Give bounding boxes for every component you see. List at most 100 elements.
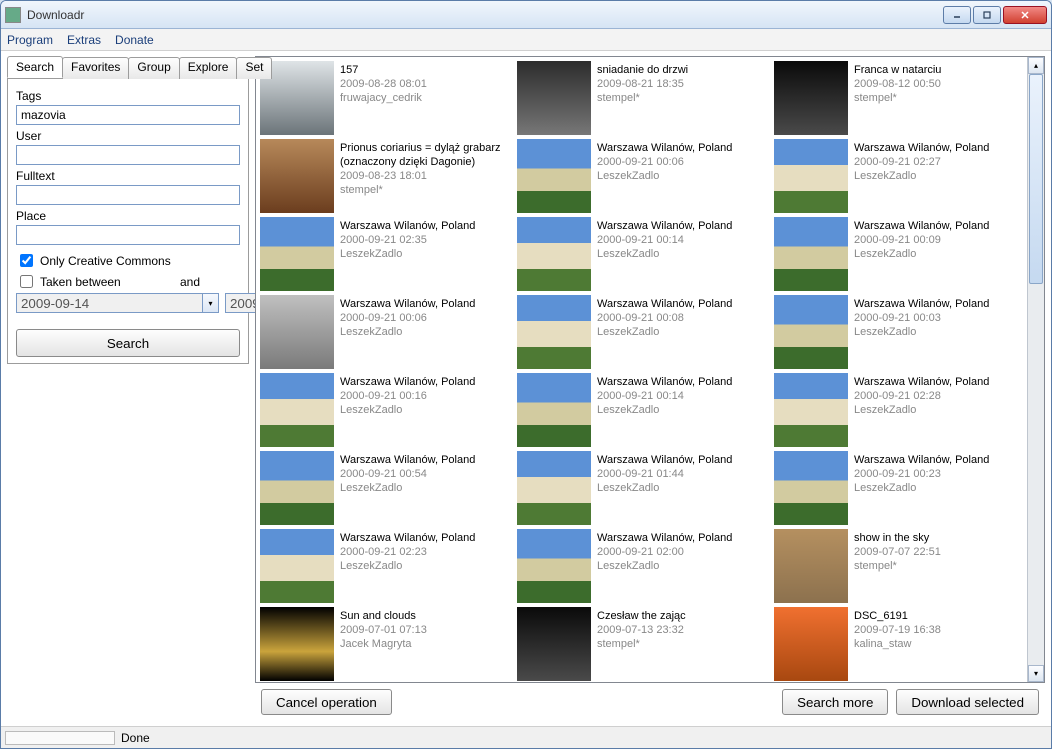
result-item[interactable]: DSC_61912009-07-19 16:38kalina_staw [774, 607, 1023, 681]
result-item[interactable]: Franca w natarciu2009-08-12 00:50stempel… [774, 61, 1023, 135]
progress-bar [5, 731, 115, 745]
menu-program[interactable]: Program [7, 33, 53, 47]
result-title: sniadanie do drzwi [597, 63, 688, 77]
result-item[interactable]: Warszawa Wilanów, Poland2000-09-21 02:35… [260, 217, 509, 291]
scroll-down-icon[interactable]: ▾ [1028, 665, 1044, 682]
bottom-bar: Cancel operation Search more Download se… [255, 683, 1045, 721]
result-item[interactable]: show in the sky2009-07-07 22:51stempel* [774, 529, 1023, 603]
result-user: stempel* [854, 559, 941, 573]
result-item[interactable]: 1572009-08-28 08:01fruwajacy_cedrik [260, 61, 509, 135]
tab-search[interactable]: Search [7, 56, 63, 78]
result-item[interactable]: Warszawa Wilanów, Poland2000-09-21 01:44… [517, 451, 766, 525]
thumbnail[interactable] [260, 607, 334, 681]
result-date: 2000-09-21 02:28 [854, 389, 989, 403]
result-item[interactable]: Warszawa Wilanów, Poland2000-09-21 00:54… [260, 451, 509, 525]
search-button[interactable]: Search [16, 329, 240, 357]
and-label: and [180, 275, 200, 289]
result-item[interactable]: Warszawa Wilanów, Poland2000-09-21 00:03… [774, 295, 1023, 369]
thumbnail[interactable] [517, 61, 591, 135]
result-item[interactable]: Warszawa Wilanów, Poland2000-09-21 00:09… [774, 217, 1023, 291]
result-item[interactable]: Warszawa Wilanów, Poland2000-09-21 00:14… [517, 217, 766, 291]
thumbnail[interactable] [774, 61, 848, 135]
tab-group[interactable]: Group [128, 57, 179, 79]
scroll-track[interactable] [1028, 74, 1044, 665]
result-title: Warszawa Wilanów, Poland [340, 375, 475, 389]
thumbnail[interactable] [774, 607, 848, 681]
thumbnail[interactable] [517, 451, 591, 525]
user-input[interactable] [16, 145, 240, 165]
result-user: LeszekZadlo [854, 325, 989, 339]
menubar: Program Extras Donate [1, 29, 1051, 51]
result-meta: Franca w natarciu2009-08-12 00:50stempel… [848, 61, 941, 105]
result-item[interactable]: Warszawa Wilanów, Poland2000-09-21 00:08… [517, 295, 766, 369]
thumbnail[interactable] [774, 451, 848, 525]
menu-donate[interactable]: Donate [115, 33, 154, 47]
window-buttons [943, 6, 1047, 24]
fulltext-label: Fulltext [16, 169, 240, 183]
date-from-value[interactable] [16, 293, 203, 313]
maximize-button[interactable] [973, 6, 1001, 24]
thumbnail[interactable] [260, 139, 334, 213]
cc-checkbox[interactable] [20, 254, 33, 267]
tab-set[interactable]: Set [236, 57, 272, 79]
scroll-thumb[interactable] [1029, 74, 1043, 284]
thumbnail[interactable] [517, 607, 591, 681]
thumbnail[interactable] [774, 217, 848, 291]
thumbnail[interactable] [260, 217, 334, 291]
chevron-down-icon[interactable]: ▾ [203, 293, 219, 313]
result-item[interactable]: Warszawa Wilanów, Poland2000-09-21 02:00… [517, 529, 766, 603]
result-meta: Warszawa Wilanów, Poland2000-09-21 02:00… [591, 529, 732, 573]
cc-label: Only Creative Commons [40, 254, 171, 268]
result-item[interactable]: Warszawa Wilanów, Poland2000-09-21 00:14… [517, 373, 766, 447]
result-meta: Warszawa Wilanów, Poland2000-09-21 00:09… [848, 217, 989, 261]
result-date: 2000-09-21 00:08 [597, 311, 732, 325]
thumbnail[interactable] [260, 373, 334, 447]
download-selected-button[interactable]: Download selected [896, 689, 1039, 715]
taken-checkbox[interactable] [20, 275, 33, 288]
thumbnail[interactable] [517, 295, 591, 369]
result-item[interactable]: Warszawa Wilanów, Poland2000-09-21 00:06… [260, 295, 509, 369]
date-from[interactable]: ▾ [16, 293, 219, 313]
fulltext-input[interactable] [16, 185, 240, 205]
thumbnail[interactable] [774, 529, 848, 603]
result-date: 2009-08-23 18:01 [340, 169, 509, 183]
taken-label: Taken between [40, 275, 121, 289]
cancel-button[interactable]: Cancel operation [261, 689, 392, 715]
result-item[interactable]: Czesław the zając2009-07-13 23:32stempel… [517, 607, 766, 681]
result-item[interactable]: Prionus coriarius = dyląż grabarz (oznac… [260, 139, 509, 213]
minimize-button[interactable] [943, 6, 971, 24]
result-item[interactable]: Warszawa Wilanów, Poland2000-09-21 02:23… [260, 529, 509, 603]
close-button[interactable] [1003, 6, 1047, 24]
tags-input[interactable] [16, 105, 240, 125]
result-item[interactable]: Sun and clouds2009-07-01 07:13Jacek Magr… [260, 607, 509, 681]
result-item[interactable]: Warszawa Wilanów, Poland2000-09-21 00:23… [774, 451, 1023, 525]
tab-explore[interactable]: Explore [179, 57, 238, 79]
thumbnail[interactable] [260, 295, 334, 369]
thumbnail[interactable] [774, 139, 848, 213]
thumbnail[interactable] [260, 529, 334, 603]
result-title: Warszawa Wilanów, Poland [597, 297, 732, 311]
thumbnail[interactable] [260, 451, 334, 525]
result-item[interactable]: Warszawa Wilanów, Poland2000-09-21 02:28… [774, 373, 1023, 447]
result-meta: Czesław the zając2009-07-13 23:32stempel… [591, 607, 686, 651]
search-more-button[interactable]: Search more [782, 689, 888, 715]
place-input[interactable] [16, 225, 240, 245]
thumbnail[interactable] [517, 217, 591, 291]
menu-extras[interactable]: Extras [67, 33, 101, 47]
tab-favorites[interactable]: Favorites [62, 57, 129, 79]
result-date: 2000-09-21 00:14 [597, 389, 732, 403]
result-item[interactable]: sniadanie do drzwi2009-08-21 18:35stempe… [517, 61, 766, 135]
vertical-scrollbar[interactable]: ▴ ▾ [1027, 57, 1044, 682]
thumbnail[interactable] [774, 295, 848, 369]
thumbnail[interactable] [517, 529, 591, 603]
thumbnail[interactable] [517, 373, 591, 447]
thumbnail[interactable] [774, 373, 848, 447]
result-item[interactable]: Warszawa Wilanów, Poland2000-09-21 02:27… [774, 139, 1023, 213]
result-user: kalina_staw [854, 637, 941, 651]
result-item[interactable]: Warszawa Wilanów, Poland2000-09-21 00:16… [260, 373, 509, 447]
thumbnail[interactable] [517, 139, 591, 213]
result-user: stempel* [340, 183, 509, 197]
scroll-up-icon[interactable]: ▴ [1028, 57, 1044, 74]
result-item[interactable]: Warszawa Wilanów, Poland2000-09-21 00:06… [517, 139, 766, 213]
result-user: LeszekZadlo [854, 169, 989, 183]
